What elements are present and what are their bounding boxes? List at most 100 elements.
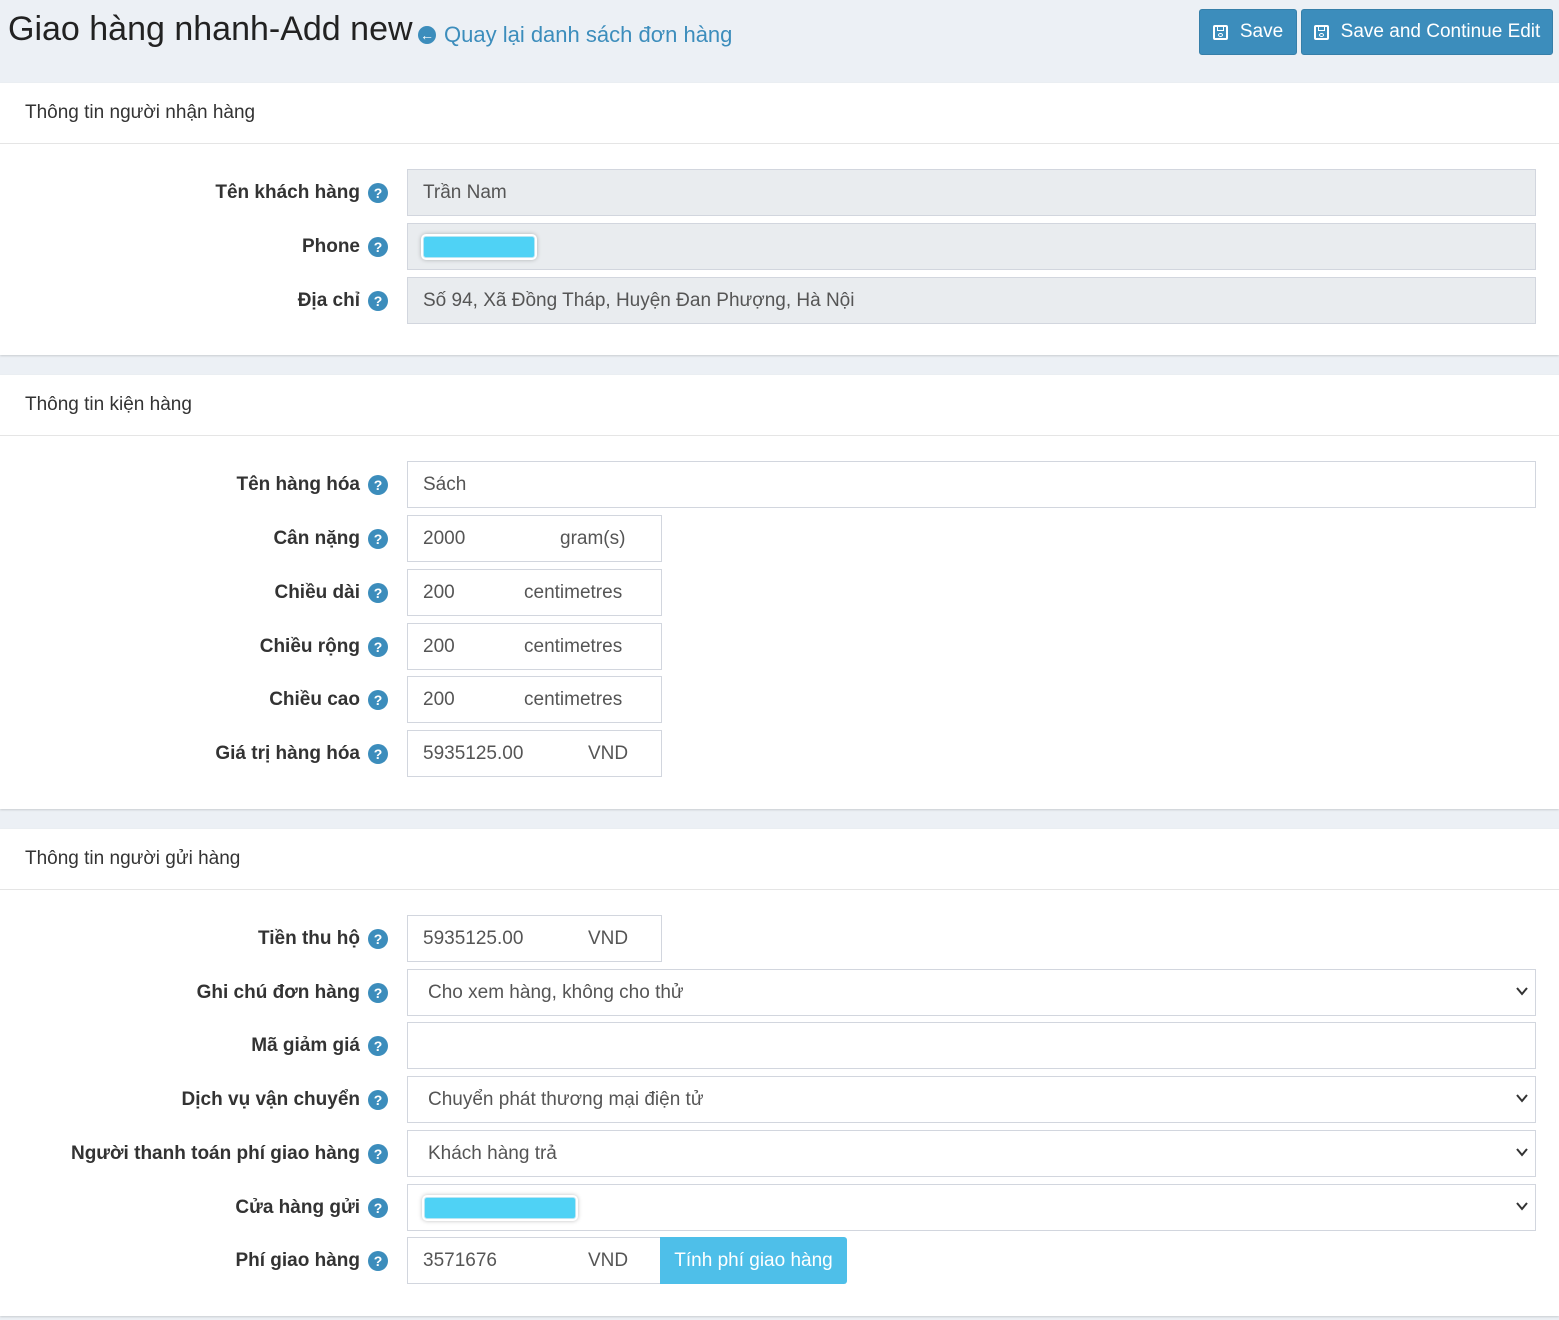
customer-name-field: Trần Nam: [407, 169, 1536, 216]
cod-unit: VND: [588, 927, 629, 949]
redacted-phone: [423, 235, 535, 258]
sending-store-row: Cửa hàng gửi ?: [0, 1184, 1559, 1231]
height-input[interactable]: 200 centimetres: [407, 676, 662, 723]
address-field: Số 94, Xã Đồng Tháp, Huyện Đan Phượng, H…: [407, 277, 1536, 324]
chevron-down-icon: [1516, 1148, 1528, 1157]
height-value: 200: [423, 688, 455, 710]
weight-value: 2000: [423, 527, 466, 549]
width-value: 200: [423, 635, 455, 657]
sending-store-select[interactable]: [407, 1184, 1536, 1231]
phone-field: [407, 223, 1536, 270]
coupon-row: Mã giảm giá ?: [0, 1022, 1559, 1069]
length-input[interactable]: 200 centimetres: [407, 569, 662, 616]
chevron-down-icon: [1516, 1202, 1528, 1211]
order-note-row: Ghi chú đơn hàng ? Cho xem hàng, không c…: [0, 969, 1559, 1016]
goods-value-row: Giá trị hàng hóa ? 5935125.00 VND: [0, 730, 1559, 777]
shipping-service-label: Dịch vụ vận chuyển: [181, 1088, 360, 1110]
save-button[interactable]: Save: [1199, 9, 1297, 55]
fee-payer-label: Người thanh toán phí giao hàng: [70, 1142, 360, 1164]
help-icon[interactable]: ?: [368, 929, 388, 949]
save-button-label: Save: [1239, 21, 1284, 42]
shipping-fee-value: 3571676: [423, 1249, 497, 1271]
shipping-service-value: Chuyển phát thương mại điện tử: [428, 1088, 704, 1110]
cod-label: Tiền thu hộ: [257, 927, 360, 949]
shipping-fee-label: Phí giao hàng: [235, 1249, 360, 1271]
floppy-disk-icon: [1212, 24, 1228, 40]
order-note-label: Ghi chú đơn hàng: [196, 981, 360, 1003]
help-icon[interactable]: ?: [368, 1251, 388, 1271]
length-value: 200: [423, 581, 455, 603]
coupon-label: Mã giảm giá: [251, 1034, 360, 1056]
help-icon[interactable]: ?: [368, 475, 388, 495]
back-link-label: Quay lại danh sách đơn hàng: [444, 22, 733, 47]
goods-value-value: 5935125.00: [423, 742, 524, 764]
help-icon[interactable]: ?: [368, 291, 388, 311]
address-row: Địa chỉ ? Số 94, Xã Đồng Tháp, Huyện Đan…: [0, 277, 1559, 324]
help-icon[interactable]: ?: [368, 583, 388, 603]
width-label: Chiều rộng: [259, 635, 360, 657]
arrow-circle-left-icon: ←: [418, 26, 436, 44]
help-icon[interactable]: ?: [368, 1090, 388, 1110]
sender-panel: Thông tin người gửi hàng Tiền thu hộ ? 5…: [0, 829, 1559, 1316]
goods-value-unit: VND: [588, 742, 629, 764]
width-input[interactable]: 200 centimetres: [407, 623, 662, 670]
shipping-service-select[interactable]: Chuyển phát thương mại điện tử: [407, 1076, 1536, 1123]
help-icon[interactable]: ?: [368, 1198, 388, 1218]
height-label: Chiều cao: [269, 688, 360, 710]
package-panel: Thông tin kiện hàng Tên hàng hóa ? Sách …: [0, 375, 1559, 809]
length-unit: centimetres: [524, 581, 623, 603]
redacted-store: [424, 1196, 576, 1219]
height-unit: centimetres: [524, 688, 623, 710]
back-to-list-link[interactable]: ← Quay lại danh sách đơn hàng: [418, 22, 732, 48]
sending-store-label: Cửa hàng gửi: [235, 1196, 360, 1218]
height-row: Chiều cao ? 200 centimetres: [0, 676, 1559, 723]
length-row: Chiều dài ? 200 centimetres: [0, 569, 1559, 616]
chevron-down-icon: [1516, 1094, 1528, 1103]
shipping-fee-unit: VND: [588, 1249, 629, 1271]
coupon-input[interactable]: [407, 1022, 1536, 1069]
cod-input[interactable]: 5935125.00 VND: [407, 915, 662, 962]
cod-value: 5935125.00: [423, 927, 524, 949]
help-icon[interactable]: ?: [368, 529, 388, 549]
help-icon[interactable]: ?: [368, 1036, 388, 1056]
weight-input[interactable]: 2000 gram(s): [407, 515, 662, 562]
shipping-fee-input[interactable]: 3571676 VND: [407, 1237, 662, 1284]
goods-value-input[interactable]: 5935125.00 VND: [407, 730, 662, 777]
chevron-down-icon: [1516, 987, 1528, 996]
calculate-fee-button[interactable]: Tính phí giao hàng: [660, 1237, 847, 1284]
recipient-panel-heading: Thông tin người nhận hàng: [0, 83, 1559, 144]
help-icon[interactable]: ?: [368, 983, 388, 1003]
fee-payer-select[interactable]: Khách hàng trả: [407, 1130, 1536, 1177]
help-icon[interactable]: ?: [368, 237, 388, 257]
order-note-value: Cho xem hàng, không cho thử: [428, 981, 684, 1003]
fee-payer-row: Người thanh toán phí giao hàng ? Khách h…: [0, 1130, 1559, 1177]
package-panel-heading: Thông tin kiện hàng: [0, 375, 1559, 436]
save-and-continue-button[interactable]: Save and Continue Edit: [1301, 9, 1553, 55]
order-note-select[interactable]: Cho xem hàng, không cho thử: [407, 969, 1536, 1016]
recipient-panel: Thông tin người nhận hàng Tên khách hàng…: [0, 83, 1559, 355]
shipping-fee-row: Phí giao hàng ? 3571676 VND Tính phí gia…: [0, 1237, 1559, 1284]
goods-value-label: Giá trị hàng hóa: [215, 742, 360, 764]
help-icon[interactable]: ?: [368, 637, 388, 657]
save-continue-button-label: Save and Continue Edit: [1340, 21, 1541, 42]
phone-row: Phone ?: [0, 223, 1559, 270]
fee-payer-value: Khách hàng trả: [428, 1142, 557, 1164]
width-row: Chiều rộng ? 200 centimetres: [0, 623, 1559, 670]
weight-row: Cân nặng ? 2000 gram(s): [0, 515, 1559, 562]
help-icon[interactable]: ?: [368, 1144, 388, 1164]
help-icon[interactable]: ?: [368, 183, 388, 203]
phone-label: Phone: [301, 235, 360, 257]
shipping-service-row: Dịch vụ vận chuyển ? Chuyển phát thương …: [0, 1076, 1559, 1123]
page-title: Giao hàng nhanh-Add new: [8, 10, 413, 48]
goods-name-input[interactable]: Sách: [407, 461, 1536, 508]
goods-name-label: Tên hàng hóa: [236, 473, 361, 495]
help-icon[interactable]: ?: [368, 744, 388, 764]
cod-row: Tiền thu hộ ? 5935125.00 VND: [0, 915, 1559, 962]
customer-name-row: Tên khách hàng ? Trần Nam: [0, 169, 1559, 216]
customer-name-label: Tên khách hàng: [215, 181, 360, 203]
help-icon[interactable]: ?: [368, 690, 388, 710]
page-header: Giao hàng nhanh-Add new ← Quay lại danh …: [0, 0, 1559, 70]
weight-label: Cân nặng: [273, 527, 360, 549]
sender-panel-heading: Thông tin người gửi hàng: [0, 829, 1559, 890]
width-unit: centimetres: [524, 635, 623, 657]
